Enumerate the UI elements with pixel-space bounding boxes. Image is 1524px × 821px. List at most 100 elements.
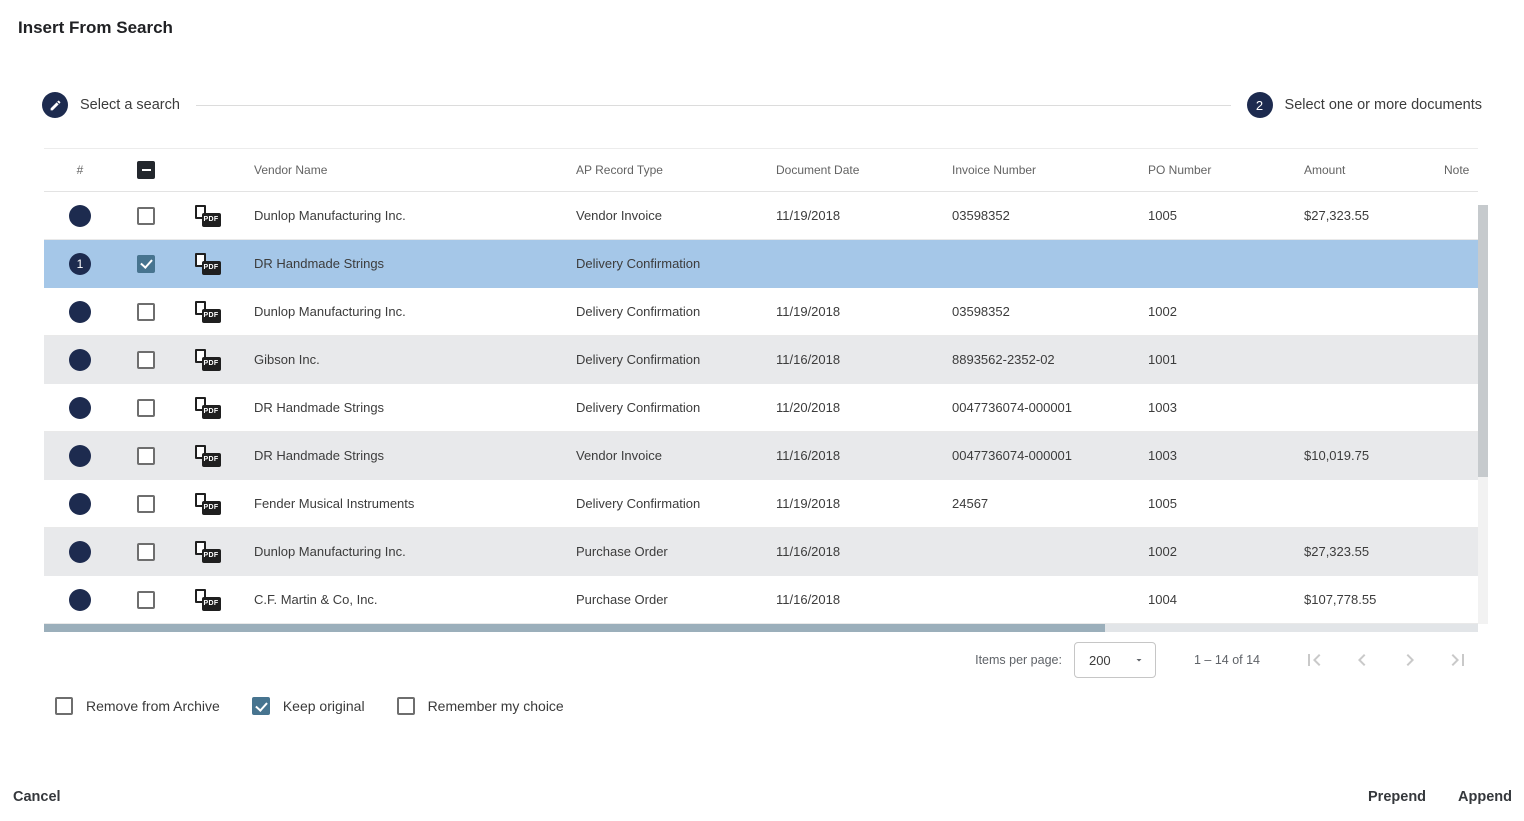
column-header-amount[interactable]: Amount xyxy=(1288,163,1428,177)
option-checkbox[interactable] xyxy=(397,697,415,715)
cell-invoice-number: 03598352 xyxy=(936,208,1132,223)
table-row[interactable]: PDF Dunlop Manufacturing Inc. Vendor Inv… xyxy=(44,192,1478,240)
cell-po-number: 1004 xyxy=(1132,592,1288,607)
column-header-document-date[interactable]: Document Date xyxy=(760,163,936,177)
cancel-button[interactable]: Cancel xyxy=(13,789,61,805)
cell-document-date: 11/16/2018 xyxy=(760,592,936,607)
horizontal-scrollbar[interactable] xyxy=(44,624,1478,632)
column-header-note[interactable]: Note xyxy=(1428,163,1478,177)
selection-order-badge xyxy=(69,493,91,515)
column-header-ap-record-type[interactable]: AP Record Type xyxy=(560,163,760,177)
cell-amount: $107,778.55 xyxy=(1288,592,1428,607)
cell-vendor-name: DR Handmade Strings xyxy=(238,448,560,463)
next-page-button[interactable] xyxy=(1398,648,1422,672)
cell-invoice-number: 03598352 xyxy=(936,304,1132,319)
cell-ap-record-type: Purchase Order xyxy=(560,592,760,607)
first-page-button[interactable] xyxy=(1302,648,1326,672)
cell-document-date: 11/20/2018 xyxy=(760,400,936,415)
option-checkbox-item[interactable]: Keep original xyxy=(252,697,365,715)
row-checkbox[interactable] xyxy=(137,399,155,417)
selection-order-badge xyxy=(69,541,91,563)
table-row[interactable]: PDF Gibson Inc. Delivery Confirmation 11… xyxy=(44,336,1478,384)
row-checkbox[interactable] xyxy=(137,447,155,465)
option-checkbox-item[interactable]: Remove from Archive xyxy=(55,697,220,715)
cell-ap-record-type: Delivery Confirmation xyxy=(560,304,760,319)
cell-document-icon: PDF xyxy=(176,493,238,515)
items-per-page-value: 200 xyxy=(1089,653,1111,668)
option-checkbox-item[interactable]: Remember my choice xyxy=(397,697,564,715)
table-row[interactable]: PDF DR Handmade Strings Vendor Invoice 1… xyxy=(44,432,1478,480)
column-header-invoice-number[interactable]: Invoice Number xyxy=(936,163,1132,177)
selection-order-badge xyxy=(69,301,91,323)
chevron-right-icon xyxy=(1398,648,1422,672)
table-row[interactable]: PDF C.F. Martin & Co, Inc. Purchase Orde… xyxy=(44,576,1478,624)
prepend-button[interactable]: Prepend xyxy=(1368,789,1426,805)
table-row[interactable]: PDF Dunlop Manufacturing Inc. Purchase O… xyxy=(44,528,1478,576)
row-checkbox[interactable] xyxy=(137,303,155,321)
pdf-label: PDF xyxy=(202,453,221,467)
cell-document-date: 11/16/2018 xyxy=(760,544,936,559)
options-row: Remove from Archive Keep original Rememb… xyxy=(55,697,564,715)
cell-checkbox xyxy=(116,591,176,609)
selection-order-badge xyxy=(69,445,91,467)
cell-vendor-name: DR Handmade Strings xyxy=(238,256,560,271)
step2-circle[interactable]: 2 xyxy=(1247,92,1273,118)
cell-document-icon: PDF xyxy=(176,205,238,227)
row-checkbox[interactable] xyxy=(137,207,155,225)
append-button[interactable]: Append xyxy=(1458,789,1512,805)
row-checkbox[interactable] xyxy=(137,495,155,513)
cell-po-number: 1003 xyxy=(1132,400,1288,415)
pdf-document-icon[interactable]: PDF xyxy=(194,445,221,467)
pdf-document-icon[interactable]: PDF xyxy=(194,349,221,371)
footer-actions: Prepend Append xyxy=(1368,789,1512,805)
pdf-document-icon[interactable]: PDF xyxy=(194,253,221,275)
pdf-label: PDF xyxy=(202,309,221,323)
pdf-label: PDF xyxy=(202,597,221,611)
row-checkbox[interactable] xyxy=(137,543,155,561)
row-checkbox[interactable] xyxy=(137,351,155,369)
pdf-document-icon[interactable]: PDF xyxy=(194,205,221,227)
table-row[interactable]: PDF Fender Musical Instruments Delivery … xyxy=(44,480,1478,528)
row-checkbox[interactable] xyxy=(137,255,155,273)
row-checkbox[interactable] xyxy=(137,591,155,609)
vertical-scrollbar-thumb[interactable] xyxy=(1478,205,1488,477)
horizontal-scrollbar-thumb[interactable] xyxy=(44,624,1105,632)
selection-order-badge: 1 xyxy=(69,253,91,275)
cell-checkbox xyxy=(116,303,176,321)
vertical-scrollbar[interactable] xyxy=(1478,205,1488,624)
pdf-document-icon[interactable]: PDF xyxy=(194,397,221,419)
cell-po-number: 1003 xyxy=(1132,448,1288,463)
page-title: Insert From Search xyxy=(18,18,173,38)
step2-number: 2 xyxy=(1256,98,1263,113)
cell-po-number: 1001 xyxy=(1132,352,1288,367)
cell-checkbox xyxy=(116,543,176,561)
step1-circle[interactable] xyxy=(42,92,68,118)
column-header-po-number[interactable]: PO Number xyxy=(1132,163,1288,177)
cell-checkbox xyxy=(116,495,176,513)
table-row[interactable]: 1 PDF DR Handmade Strings Delivery Confi… xyxy=(44,240,1478,288)
option-label: Keep original xyxy=(283,698,365,714)
cell-ap-record-type: Vendor Invoice xyxy=(560,448,760,463)
last-page-button[interactable] xyxy=(1446,648,1470,672)
column-header-select xyxy=(116,161,176,179)
cell-invoice-number: 0047736074-000001 xyxy=(936,400,1132,415)
cell-vendor-name: DR Handmade Strings xyxy=(238,400,560,415)
pdf-document-icon[interactable]: PDF xyxy=(194,541,221,563)
option-checkbox[interactable] xyxy=(252,697,270,715)
option-checkbox[interactable] xyxy=(55,697,73,715)
pdf-document-icon[interactable]: PDF xyxy=(194,301,221,323)
cell-document-date: 11/16/2018 xyxy=(760,352,936,367)
pdf-document-icon[interactable]: PDF xyxy=(194,589,221,611)
cell-amount: $27,323.55 xyxy=(1288,544,1428,559)
table-row[interactable]: PDF Dunlop Manufacturing Inc. Delivery C… xyxy=(44,288,1478,336)
pdf-label: PDF xyxy=(202,357,221,371)
previous-page-button[interactable] xyxy=(1350,648,1374,672)
option-label: Remove from Archive xyxy=(86,698,220,714)
items-per-page-select[interactable]: 200 xyxy=(1074,642,1156,678)
pdf-document-icon[interactable]: PDF xyxy=(194,493,221,515)
dropdown-arrow-icon xyxy=(1133,654,1145,666)
column-header-vendor-name[interactable]: Vendor Name xyxy=(238,163,560,177)
cell-document-icon: PDF xyxy=(176,589,238,611)
table-row[interactable]: PDF DR Handmade Strings Delivery Confirm… xyxy=(44,384,1478,432)
select-all-checkbox[interactable] xyxy=(137,161,155,179)
